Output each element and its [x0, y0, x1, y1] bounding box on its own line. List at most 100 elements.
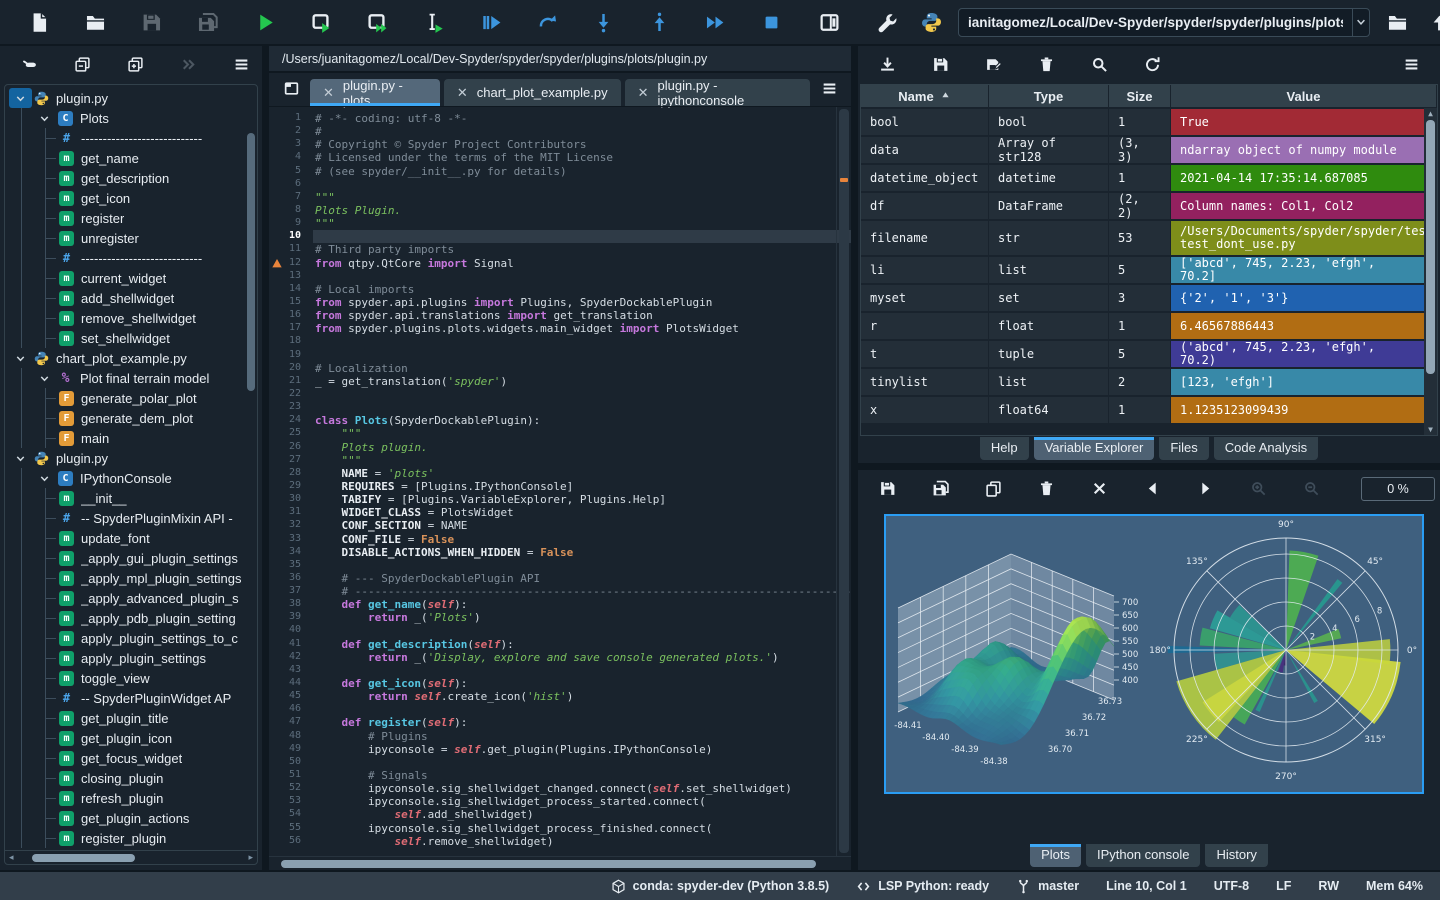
dock-tab-files[interactable]: Files — [1159, 437, 1208, 460]
outline-item-_apply_advanced_plugin_s[interactable]: m_apply_advanced_plugin_s — [9, 588, 243, 608]
outline-item-get_description[interactable]: mget_description — [9, 168, 243, 188]
outline-item-_apply_pdb_plugin_setting[interactable]: m_apply_pdb_plugin_setting — [9, 608, 243, 628]
outline-item-current_widget[interactable]: mcurrent_widget — [9, 268, 243, 288]
remove-all-variables-button[interactable] — [1031, 50, 1061, 80]
dock-tab-ipython-console[interactable]: IPython console — [1086, 844, 1201, 867]
close-tab-icon[interactable]: ✕ — [323, 85, 334, 101]
run-cell-button[interactable] — [306, 7, 336, 37]
editor-vertical-scrollbar[interactable] — [836, 107, 851, 856]
outline-item-add_shellwidget[interactable]: madd_shellwidget — [9, 288, 243, 308]
editor-options-menu-button[interactable] — [814, 73, 844, 103]
browse-tabs-button[interactable] — [276, 73, 306, 103]
variable-row-tinylist[interactable]: tinylistlist2[123, 'efgh'] — [861, 367, 1437, 395]
save-data-button[interactable] — [925, 50, 955, 80]
outline-item-generate_dem_plot[interactable]: Fgenerate_dem_plot — [9, 408, 243, 428]
outline-item-register[interactable]: mregister — [9, 208, 243, 228]
dock-tab-help[interactable]: Help — [980, 437, 1029, 460]
scrollbar-thumb[interactable] — [32, 854, 134, 862]
scroll-down-arrow-icon[interactable]: ▼ — [1428, 425, 1433, 434]
outline-item-get_plugin_icon[interactable]: mget_plugin_icon — [9, 728, 243, 748]
outline-item-update_font[interactable]: mupdate_font — [9, 528, 243, 548]
copy-plot-button[interactable] — [978, 474, 1008, 504]
chevron-down-icon[interactable] — [1352, 9, 1369, 36]
outline-item-plugin-py[interactable]: plugin.py — [9, 448, 243, 468]
outline-item-_apply_mpl_plugin_settings[interactable]: m_apply_mpl_plugin_settings — [9, 568, 243, 588]
outline-item-apply_plugin_settings_to_c[interactable]: mapply_plugin_settings_to_c — [9, 628, 243, 648]
outline-item--[interactable]: #---------------------------- — [9, 248, 243, 268]
debug-file-button[interactable] — [476, 7, 506, 37]
outline-item-__init__[interactable]: m__init__ — [9, 488, 243, 508]
outline-item-get_plugin_title[interactable]: mget_plugin_title — [9, 708, 243, 728]
scroll-left-arrow-icon[interactable]: ◂ — [9, 852, 14, 863]
status-lsp-python[interactable]: LSP Python: ready — [856, 879, 989, 894]
editor-tab[interactable]: ✕chart_plot_example.py — [444, 79, 621, 106]
save-plot-button[interactable] — [872, 474, 902, 504]
editor-horizontal-scrollbar[interactable] — [269, 856, 851, 870]
variable-row-df[interactable]: dfDataFrame(2, 2)Column names: Col1, Col… — [861, 191, 1437, 219]
run-selection-button[interactable] — [418, 7, 448, 37]
status-lf[interactable]: LF — [1276, 879, 1291, 893]
outline-horizontal-scrollbar[interactable]: ◂▸ — [5, 850, 257, 864]
browse-working-directory-button[interactable] — [1382, 7, 1412, 37]
outline-item-main[interactable]: Fmain — [9, 428, 243, 448]
outline-options-menu-button[interactable] — [226, 50, 256, 80]
chevron-expanded-icon[interactable] — [33, 468, 56, 488]
outline-item-get_plugin_actions[interactable]: mget_plugin_actions — [9, 808, 243, 828]
remove-all-plots-button[interactable] — [1084, 474, 1114, 504]
status-rw[interactable]: RW — [1318, 879, 1339, 893]
column-header-type[interactable]: Type — [989, 85, 1109, 107]
scrollbar-thumb[interactable] — [1426, 120, 1435, 374]
column-header-size[interactable]: Size — [1109, 85, 1171, 107]
parent-directory-button[interactable] — [1424, 7, 1440, 37]
step-return-button[interactable] — [644, 7, 674, 37]
variable-row-data[interactable]: dataArray of str128(3, 3)ndarray object … — [861, 135, 1437, 163]
code-editor[interactable]: 1# -*- coding: utf-8 -*-2#3# Copyright ©… — [269, 106, 851, 856]
expand-all-button[interactable] — [120, 50, 150, 80]
status-line-10-col-1[interactable]: Line 10, Col 1 — [1106, 879, 1187, 893]
go-to-cursor-position-button[interactable] — [14, 50, 44, 80]
editor-tab[interactable]: ✕plugin.py - ipythonconsole — [625, 79, 810, 106]
open-file-button[interactable] — [80, 7, 110, 37]
scroll-right-arrow-icon[interactable]: ▸ — [248, 852, 253, 863]
debug-continue-button[interactable] — [700, 7, 730, 37]
chevron-expanded-icon[interactable] — [33, 108, 56, 128]
outline-item-chart_plot_example-py[interactable]: chart_plot_example.py — [9, 348, 243, 368]
variable-row-li[interactable]: lilist5['abcd', 745, 2.23, 'efgh', 70.2] — [861, 255, 1437, 283]
outline-item-refresh_plugin[interactable]: mrefresh_plugin — [9, 788, 243, 808]
outline-item--[interactable]: #---------------------------- — [9, 128, 243, 148]
step-into-button[interactable] — [588, 7, 618, 37]
working-directory-input[interactable] — [959, 15, 1352, 30]
save-data-as-button[interactable] — [978, 50, 1008, 80]
dock-tab-code-analysis[interactable]: Code Analysis — [1214, 437, 1318, 460]
maximize-pane-button[interactable] — [814, 7, 844, 37]
search-variable-button[interactable] — [1084, 50, 1114, 80]
outline-item--spyderpluginwidget-ap[interactable]: #-- SpyderPluginWidget AP — [9, 688, 243, 708]
remove-plot-button[interactable] — [1031, 474, 1061, 504]
outline-vertical-scrollbar[interactable] — [246, 87, 256, 848]
variable-row-filename[interactable]: filenamestr53/Users/Documents/spyder/spy… — [861, 219, 1437, 255]
dock-tab-history[interactable]: History — [1205, 844, 1267, 867]
outline-item-set_shellwidget[interactable]: mset_shellwidget — [9, 328, 243, 348]
editor-tab[interactable]: ✕plugin.py - plots — [310, 79, 440, 106]
outline-item--spyderpluginmixin-api-[interactable]: #-- SpyderPluginMixin API - — [9, 508, 243, 528]
collapse-all-button[interactable] — [67, 50, 97, 80]
close-tab-icon[interactable]: ✕ — [638, 85, 649, 101]
scrollbar-thumb[interactable] — [839, 109, 849, 853]
status-master[interactable]: master — [1016, 879, 1079, 894]
outline-item-closing_plugin[interactable]: mclosing_plugin — [9, 768, 243, 788]
variable-explorer-options-menu-button[interactable] — [1396, 50, 1426, 80]
close-tab-icon[interactable]: ✕ — [457, 85, 468, 101]
outline-item-_apply_gui_plugin_settings[interactable]: m_apply_gui_plugin_settings — [9, 548, 243, 568]
status-mem-64-[interactable]: Mem 64% — [1366, 879, 1423, 893]
run-file-button[interactable] — [250, 7, 280, 37]
scrollbar-thumb[interactable] — [247, 133, 255, 392]
outline-item-get_name[interactable]: mget_name — [9, 148, 243, 168]
preferences-button[interactable] — [872, 7, 902, 37]
variable-row-x[interactable]: xfloat6411.1235123099439 — [861, 395, 1437, 423]
variable-row-bool[interactable]: boolbool1True — [861, 107, 1437, 135]
outline-item-remove_shellwidget[interactable]: mremove_shellwidget — [9, 308, 243, 328]
save-all-plots-button[interactable] — [925, 474, 955, 504]
previous-plot-button[interactable] — [1137, 474, 1167, 504]
variable-row-t[interactable]: ttuple5('abcd', 745, 2.23, 'efgh', 70.2) — [861, 339, 1437, 367]
outline-item-toggle_view[interactable]: mtoggle_view — [9, 668, 243, 688]
